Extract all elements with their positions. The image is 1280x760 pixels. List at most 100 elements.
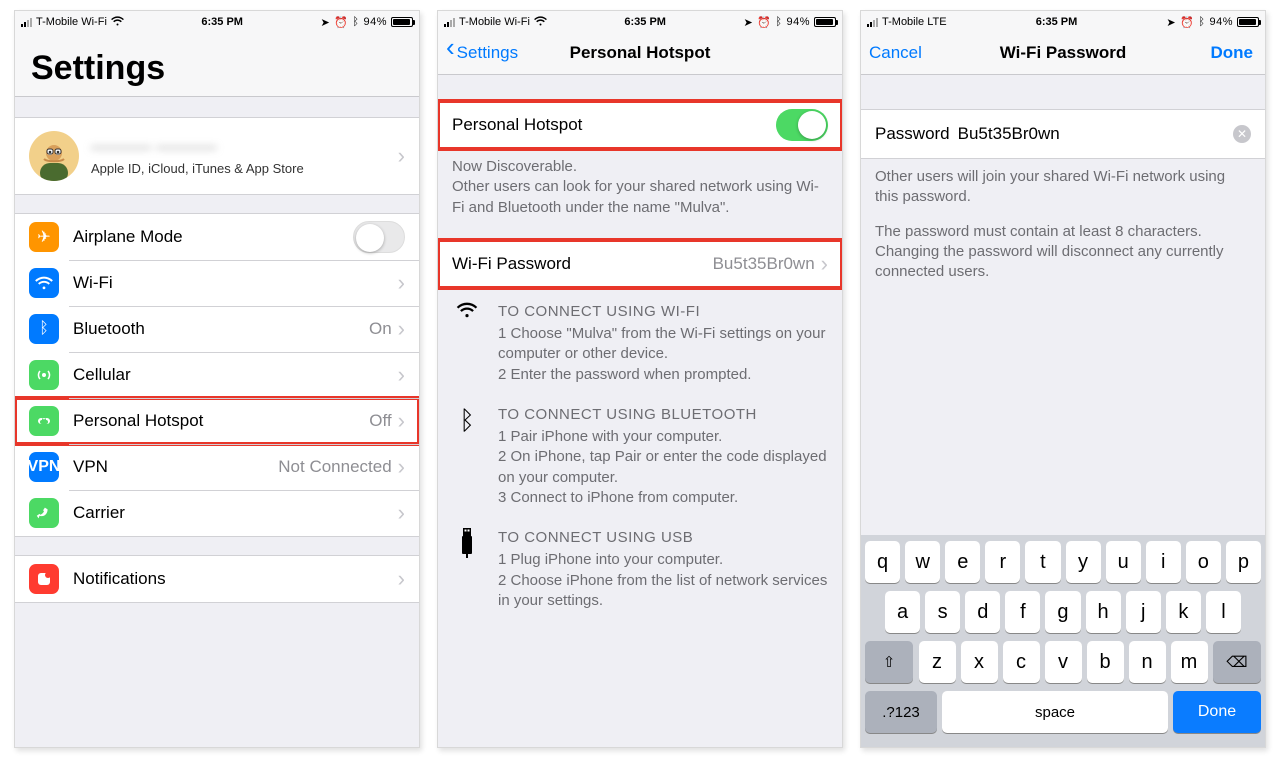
wifi-settings-icon xyxy=(29,268,59,298)
wifi-password-value: Bu5t35Br0wn xyxy=(713,254,815,274)
hotspot-icon xyxy=(29,406,59,436)
bluetooth-settings-icon: ᛒ xyxy=(29,314,59,344)
wifi-password-label: Wi-Fi Password xyxy=(452,254,713,274)
vpn-label: VPN xyxy=(73,457,278,477)
key-r[interactable]: r xyxy=(985,541,1020,583)
cancel-button[interactable]: Cancel xyxy=(869,43,922,63)
key-n[interactable]: n xyxy=(1129,641,1166,683)
key-d[interactable]: d xyxy=(965,591,1000,633)
alarm-icon: ⏰ xyxy=(1180,16,1194,29)
key-s[interactable]: s xyxy=(925,591,960,633)
bluetooth-row[interactable]: ᛒ Bluetooth On › xyxy=(15,306,419,352)
key-b[interactable]: b xyxy=(1087,641,1124,683)
vpn-row[interactable]: VPN VPN Not Connected › xyxy=(15,444,419,490)
wifi-password-row[interactable]: Wi-Fi Password Bu5t35Br0wn › xyxy=(438,241,842,287)
key-y[interactable]: y xyxy=(1066,541,1101,583)
key-j[interactable]: j xyxy=(1126,591,1161,633)
bluetooth-icon: ᛒ xyxy=(1198,16,1205,28)
screenshot-settings-root: T-Mobile Wi-Fi 6:35 PM ➤ ⏰ ᛒ 94% Setting… xyxy=(14,10,420,748)
hotspot-label: Personal Hotspot xyxy=(73,411,369,431)
back-button[interactable]: Settings xyxy=(446,43,518,63)
battery-icon xyxy=(391,17,413,27)
key-f[interactable]: f xyxy=(1005,591,1040,633)
key-m[interactable]: m xyxy=(1171,641,1208,683)
location-icon: ➤ xyxy=(1166,16,1176,29)
carrier-label: Carrier xyxy=(73,503,312,523)
keyboard-done-key[interactable]: Done xyxy=(1173,691,1261,733)
clear-icon[interactable]: ✕ xyxy=(1233,125,1251,143)
key-l[interactable]: l xyxy=(1206,591,1241,633)
cellular-label: Cellular xyxy=(73,365,398,385)
status-bar: T-Mobile LTE 6:35 PM ➤ ⏰ ᛒ 94% xyxy=(861,11,1265,31)
shift-key[interactable]: ⇧ xyxy=(865,641,913,683)
key-g[interactable]: g xyxy=(1045,591,1080,633)
battery-percent: 94% xyxy=(363,16,387,28)
backspace-key[interactable]: ⌫ xyxy=(1213,641,1261,683)
wifi-icon xyxy=(111,16,124,29)
key-k[interactable]: k xyxy=(1166,591,1201,633)
key-p[interactable]: p xyxy=(1226,541,1261,583)
status-bar: T-Mobile Wi-Fi 6:35 PM ➤ ⏰ ᛒ 94% xyxy=(15,11,419,31)
airplane-toggle[interactable] xyxy=(353,221,405,253)
hotspot-value: Off xyxy=(369,411,391,431)
carrier-icon xyxy=(29,498,59,528)
space-key[interactable]: space xyxy=(942,691,1168,733)
wifi-icon xyxy=(534,16,547,29)
keyboard[interactable]: qwertyuiop asdfghjkl ⇧ zxcvbnm ⌫ .?123 s… xyxy=(861,535,1265,747)
clock: 6:35 PM xyxy=(1036,16,1078,28)
password-row[interactable]: Password Bu5t35Br0wn ✕ xyxy=(861,110,1265,158)
discoverable-text: Now Discoverable. Other users can look f… xyxy=(438,149,842,222)
location-icon: ➤ xyxy=(743,16,753,29)
notifications-row[interactable]: Notifications › xyxy=(15,556,419,602)
connect-bt-section: ᛒ TO CONNECT USING BLUETOOTH 1 Pair iPho… xyxy=(438,391,842,514)
connect-wifi-step2: 2 Enter the password when prompted. xyxy=(498,365,828,385)
password-help2: The password must contain at least 8 cha… xyxy=(861,212,1265,287)
vpn-icon: VPN xyxy=(29,452,59,482)
key-e[interactable]: e xyxy=(945,541,980,583)
key-i[interactable]: i xyxy=(1146,541,1181,583)
key-h[interactable]: h xyxy=(1086,591,1121,633)
connect-bt-step1: 1 Pair iPhone with your computer. xyxy=(498,427,828,447)
key-o[interactable]: o xyxy=(1186,541,1221,583)
alarm-icon: ⏰ xyxy=(334,16,348,29)
usb-icon xyxy=(452,528,482,611)
key-x[interactable]: x xyxy=(961,641,998,683)
avatar xyxy=(29,131,79,181)
password-label: Password xyxy=(875,124,950,144)
password-input[interactable]: Bu5t35Br0wn xyxy=(958,124,1060,144)
key-t[interactable]: t xyxy=(1025,541,1060,583)
connect-usb-section: TO CONNECT USING USB 1 Plug iPhone into … xyxy=(438,514,842,617)
nav-bar: Cancel Wi-Fi Password Done xyxy=(861,31,1265,75)
wifi-row[interactable]: Wi-Fi › xyxy=(15,260,419,306)
apple-id-row[interactable]: ——— ——— Apple ID, iCloud, iTunes & App S… xyxy=(15,118,419,194)
wifi-icon xyxy=(452,302,482,385)
airplane-mode-row[interactable]: ✈ Airplane Mode xyxy=(15,214,419,260)
hotspot-toggle[interactable] xyxy=(776,109,828,141)
hotspot-toggle-row[interactable]: Personal Hotspot xyxy=(438,102,842,148)
connect-wifi-step1: 1 Choose "Mulva" from the Wi-Fi settings… xyxy=(498,324,828,365)
key-q[interactable]: q xyxy=(865,541,900,583)
signal-icon xyxy=(867,18,878,27)
key-v[interactable]: v xyxy=(1045,641,1082,683)
key-w[interactable]: w xyxy=(905,541,940,583)
battery-percent: 94% xyxy=(1209,16,1233,28)
nav-bar: Settings Personal Hotspot xyxy=(438,31,842,75)
key-z[interactable]: z xyxy=(919,641,956,683)
hotspot-toggle-label: Personal Hotspot xyxy=(452,115,776,135)
key-u[interactable]: u xyxy=(1106,541,1141,583)
profile-name: ——— ——— xyxy=(91,136,398,159)
connect-bt-hdr: TO CONNECT USING BLUETOOTH xyxy=(498,405,828,425)
personal-hotspot-row[interactable]: Personal Hotspot Off › xyxy=(15,398,419,444)
symbols-key[interactable]: .?123 xyxy=(865,691,937,733)
back-label: Settings xyxy=(457,43,518,63)
signal-icon xyxy=(21,18,32,27)
airplane-icon: ✈ xyxy=(29,222,59,252)
chevron-left-icon xyxy=(446,43,455,63)
key-a[interactable]: a xyxy=(885,591,920,633)
done-button[interactable]: Done xyxy=(1211,43,1254,63)
status-bar: T-Mobile Wi-Fi 6:35 PM ➤ ⏰ ᛒ 94% xyxy=(438,11,842,31)
carrier-row[interactable]: Carrier › xyxy=(15,490,419,536)
kb-row4: .?123 space Done xyxy=(865,691,1261,733)
cellular-row[interactable]: Cellular › xyxy=(15,352,419,398)
key-c[interactable]: c xyxy=(1003,641,1040,683)
